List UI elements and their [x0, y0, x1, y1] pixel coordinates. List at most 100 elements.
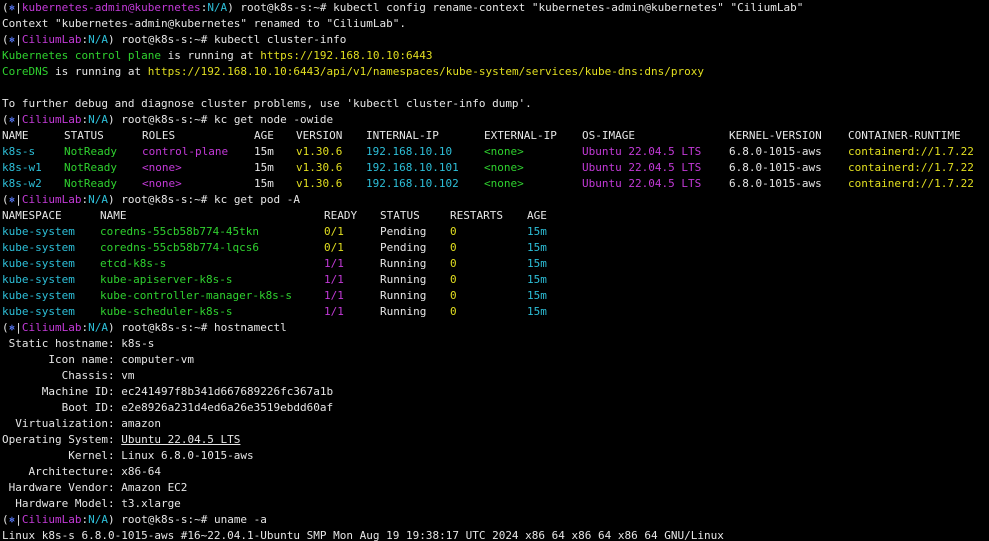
text-segment: To further debug and diagnose cluster pr…: [2, 97, 532, 110]
table-cell: v1.30.6: [296, 177, 343, 190]
table-cell: 0/1: [324, 225, 344, 238]
text-segment: (: [2, 513, 9, 526]
table-cell: kube-scheduler-k8s-s: [100, 305, 233, 318]
table-cell: Running: [380, 289, 427, 302]
shell-prompt-line: (⎈|CiliumLab:N/A) root@k8s-s:~# kc get p…: [2, 192, 300, 208]
table-cell: 15m: [254, 145, 274, 158]
table-cell: containerd://1.7.22: [848, 161, 974, 174]
text-segment: (: [2, 321, 9, 334]
output-line: Hardware Vendor: Amazon EC2: [2, 480, 188, 496]
table-cell: 6.8.0-1015-aws: [729, 177, 822, 190]
table-cell: Running: [380, 273, 427, 286]
text-segment: CoreDNS: [2, 65, 49, 78]
table-cell: kube-system: [2, 241, 75, 254]
text-segment: is running at: [48, 65, 148, 78]
text-segment: |: [15, 193, 22, 206]
table-cell: kube-apiserver-k8s-s: [100, 273, 233, 286]
table-cell: 6.8.0-1015-aws: [729, 161, 822, 174]
text-segment: ) root@k8s-s:~# kc get pod -A: [107, 193, 301, 206]
output-line: Virtualization: amazon: [2, 416, 161, 432]
table-cell: kube-system: [2, 273, 75, 286]
table-cell: etcd-k8s-s: [100, 257, 167, 270]
table-cell: 0: [450, 225, 457, 238]
column-header: KERNEL-VERSION: [729, 129, 822, 142]
table-cell: Pending: [380, 241, 427, 254]
table-cell: 15m: [527, 273, 547, 286]
output-line: Machine ID: ec241497f8b341d667689226fc36…: [2, 384, 333, 400]
column-header: OS-IMAGE: [582, 129, 635, 142]
column-header: STATUS: [380, 209, 420, 222]
table-cell: <none>: [142, 161, 182, 174]
text-segment: Hardware Vendor: Amazon EC2: [2, 481, 188, 494]
text-segment: ) root@k8s-s:~# kubectl config rename-co…: [227, 1, 804, 14]
output-line: Hardware Model: t3.xlarge: [2, 496, 181, 512]
shell-prompt-line: (⎈|kubernetes-admin@kubernetes:N/A) root…: [2, 0, 803, 16]
table-cell: 0: [450, 273, 457, 286]
output-line: Architecture: x86-64: [2, 464, 161, 480]
text-segment: |: [15, 513, 22, 526]
table-cell: <none>: [484, 161, 524, 174]
output-line: Operating System: Ubuntu 22.04.5 LTS: [2, 432, 240, 448]
text-segment: (: [2, 193, 9, 206]
text-segment: ) root@k8s-s:~# hostnamectl: [107, 321, 287, 334]
table-cell: v1.30.6: [296, 161, 343, 174]
text-segment: Icon name: computer-vm: [2, 353, 195, 366]
shell-prompt-line: (⎈|CiliumLab:N/A) root@k8s-s:~# hostname…: [2, 320, 287, 336]
text-segment: N/A: [88, 513, 108, 526]
table-cell: coredns-55cb58b774-45tkn: [100, 225, 259, 238]
table-cell: 15m: [254, 177, 274, 190]
text-segment: |: [15, 113, 22, 126]
table-cell: kube-system: [2, 289, 75, 302]
table-cell: kube-system: [2, 225, 75, 238]
table-cell: 0: [450, 241, 457, 254]
column-header: AGE: [527, 209, 547, 222]
column-header: READY: [324, 209, 358, 222]
table-cell: k8s-w1: [2, 161, 42, 174]
text-segment: Architecture: x86-64: [2, 465, 161, 478]
table-cell: containerd://1.7.22: [848, 145, 974, 158]
table-cell: 15m: [527, 241, 547, 254]
table-cell: 192.168.10.10: [366, 145, 453, 158]
output-line: To further debug and diagnose cluster pr…: [2, 96, 532, 112]
text-segment: CiliumLab: [21, 33, 82, 46]
column-header: VERSION: [296, 129, 343, 142]
text-segment: Kubernetes control plane: [2, 49, 161, 62]
table-cell: 0: [450, 305, 457, 318]
text-segment: |: [15, 321, 22, 334]
text-segment: Boot ID: e2e8926a231d4ed6a26e3519ebdd60a…: [2, 401, 334, 414]
text-segment: N/A: [88, 33, 108, 46]
text-segment: https://192.168.10.10:6443: [260, 49, 433, 62]
table-cell: kube-controller-manager-k8s-s: [100, 289, 293, 302]
text-segment: Linux k8s-s 6.8.0-1015-aws #16~22.04.1-U…: [2, 529, 724, 541]
column-header: RESTARTS: [450, 209, 503, 222]
table-cell: 1/1: [324, 289, 344, 302]
table-cell: k8s-w2: [2, 177, 42, 190]
output-line: CoreDNS is running at https://192.168.10…: [2, 64, 704, 80]
shell-prompt-line: (⎈|CiliumLab:N/A) root@k8s-s:~# kc get n…: [2, 112, 333, 128]
table-cell: k8s-s: [2, 145, 36, 158]
column-header: STATUS: [64, 129, 104, 142]
table-cell: NotReady: [64, 145, 117, 158]
column-header: INTERNAL-IP: [366, 129, 439, 142]
column-header: NAMESPACE: [2, 209, 62, 222]
table-cell: 15m: [254, 161, 274, 174]
table-cell: Pending: [380, 225, 427, 238]
text-segment: (: [2, 1, 9, 14]
text-segment: |: [15, 33, 22, 46]
output-line: Linux k8s-s 6.8.0-1015-aws #16~22.04.1-U…: [2, 528, 724, 541]
text-segment: https://192.168.10.10:6443/api/v1/namesp…: [147, 65, 704, 78]
column-header: ROLES: [142, 129, 176, 142]
output-line: Context "kubernetes-admin@kubernetes" re…: [2, 16, 406, 32]
text-segment: N/A: [88, 321, 108, 334]
table-cell: 0/1: [324, 241, 344, 254]
text-segment: Machine ID: ec241497f8b341d667689226fc36…: [2, 385, 334, 398]
text-segment: N/A: [207, 1, 228, 14]
terminal-window[interactable]: (⎈|kubernetes-admin@kubernetes:N/A) root…: [0, 0, 989, 541]
shell-prompt-line: (⎈|CiliumLab:N/A) root@k8s-s:~# uname -a: [2, 512, 267, 528]
text-segment: Ubuntu 22.04.5 LTS: [121, 433, 241, 446]
column-header: EXTERNAL-IP: [484, 129, 557, 142]
text-segment: ) root@k8s-s:~# uname -a: [107, 513, 267, 526]
table-cell: 192.168.10.101: [366, 161, 459, 174]
table-cell: NotReady: [64, 177, 117, 190]
text-segment: (: [2, 33, 9, 46]
